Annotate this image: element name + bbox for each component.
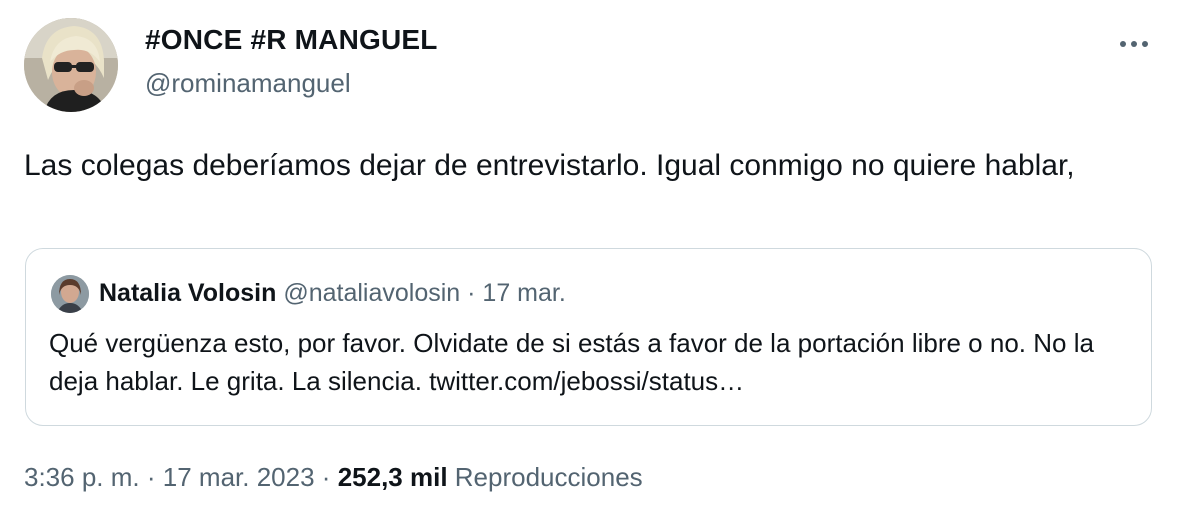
- views-count: 252,3 mil: [337, 462, 448, 492]
- quoted-handle[interactable]: @nataliavolosin: [283, 279, 460, 307]
- meta-separator: ·: [146, 462, 156, 492]
- quoted-separator: ·: [467, 279, 476, 307]
- tweet-date[interactable]: 17 mar. 2023: [163, 462, 315, 492]
- tweet-meta: 3:36 p. m. · 17 mar. 2023 · 252,3 mil Re…: [24, 462, 643, 493]
- tweet-time[interactable]: 3:36 p. m.: [24, 462, 140, 492]
- meta-separator: ·: [321, 462, 331, 492]
- avatar[interactable]: [24, 18, 118, 112]
- views-label: Reproducciones: [454, 462, 643, 492]
- quoted-header: Natalia Volosin @nataliavolosin · 17 mar…: [99, 279, 566, 308]
- tweet-text: Las colegas deberíamos dejar de entrevis…: [24, 149, 1075, 182]
- quoted-text: Qué vergüenza esto, por favor. Olvidate …: [49, 328, 1094, 396]
- quoted-tweet-card[interactable]: Natalia Volosin @nataliavolosin · 17 mar…: [25, 248, 1152, 426]
- more-options-button[interactable]: [1112, 26, 1156, 62]
- quoted-date[interactable]: 17 mar.: [482, 279, 565, 307]
- author-handle[interactable]: @rominamanguel: [145, 68, 351, 99]
- quoted-avatar[interactable]: [51, 275, 89, 313]
- author-display-name[interactable]: #ONCE #R MANGUEL: [145, 24, 438, 56]
- quoted-avatar-photo: [51, 275, 89, 313]
- avatar-photo: [24, 18, 118, 112]
- quoted-display-name[interactable]: Natalia Volosin: [99, 279, 276, 307]
- more-horizontal-icon: [1120, 41, 1148, 47]
